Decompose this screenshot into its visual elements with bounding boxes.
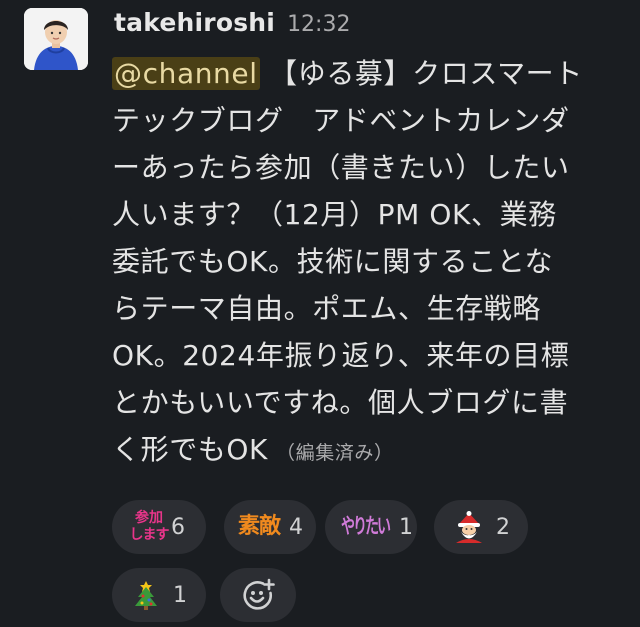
reaction-christmas-tree[interactable]: 1	[112, 568, 206, 622]
message-line: 委託でもOK。技術に関することな	[112, 245, 554, 278]
reaction-count: 1	[399, 514, 413, 540]
message-text: 【ゆる募】クロスマート	[269, 57, 583, 90]
message-line: く形でもOK （編集済み）	[112, 426, 627, 473]
reaction-sanka-shimasu[interactable]: 参加 します 6	[112, 500, 206, 554]
reaction-count: 6	[171, 514, 185, 540]
message-line: らテーマ自由。ポエム、生存戦略	[112, 292, 542, 325]
message-line: とかもいいですね。個人ブログに書	[112, 386, 569, 419]
suteki-emoji-icon: 素敵	[238, 514, 281, 539]
yaritai-emoji-icon: やりたい	[341, 515, 391, 539]
slack-message: takehiroshi 12:32 @channel 【ゆる募】クロスマート テ…	[0, 0, 640, 627]
reaction-santa[interactable]: 2	[434, 500, 528, 554]
message-line: ーあったら参加（書きたい）したい	[112, 151, 570, 184]
message-line: 人います？（12月）PM OK、業務	[112, 198, 557, 231]
reaction-count: 4	[289, 514, 304, 540]
channel-mention[interactable]: @channel	[112, 57, 260, 90]
reaction-count: 2	[496, 514, 510, 540]
avatar-image	[24, 8, 88, 70]
message-text: く形でもOK	[112, 433, 269, 466]
reaction-count: 1	[173, 582, 187, 608]
add-reaction-button[interactable]	[220, 568, 296, 622]
message-line: OK。2024年振り返り、来年の目標	[112, 339, 570, 372]
message-line: テックブログ アドベントカレンダ	[112, 104, 570, 137]
avatar[interactable]	[24, 8, 88, 70]
reaction-suteki[interactable]: 素敵 4	[224, 500, 316, 554]
message-header: takehiroshi 12:32	[114, 8, 350, 42]
add-reaction-icon	[243, 578, 275, 610]
emoji-text-bottom: します	[129, 527, 170, 543]
message-body: @channel 【ゆる募】クロスマート テックブログ アドベントカレンダ ーあ…	[112, 50, 627, 473]
message-line: @channel 【ゆる募】クロスマート	[112, 50, 627, 97]
author-name[interactable]: takehiroshi	[114, 8, 275, 37]
edited-label: （編集済み）	[276, 442, 394, 464]
emoji-text-top: 参加	[135, 510, 163, 526]
reaction-yaritai[interactable]: やりたい 1	[325, 500, 417, 554]
santa-icon	[456, 511, 482, 543]
christmas-tree-icon	[135, 581, 157, 610]
sanka-shimasu-emoji-icon: 参加 します	[129, 510, 170, 544]
timestamp[interactable]: 12:32	[287, 12, 350, 37]
